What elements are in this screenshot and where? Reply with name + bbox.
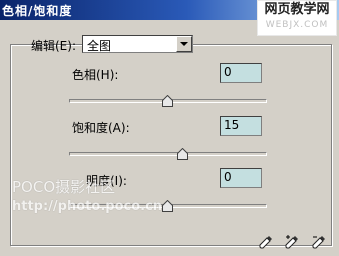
edit-select[interactable]: 全图 [82, 35, 193, 53]
saturation-input[interactable]: 15 [220, 116, 262, 136]
lightness-input[interactable]: 0 [220, 168, 262, 188]
hue-slider-thumb[interactable] [162, 95, 173, 107]
edit-select-value: 全图 [87, 39, 112, 53]
window-title: 色相/饱和度 [2, 4, 73, 18]
saturation-slider-thumb[interactable] [177, 148, 188, 160]
site-logo-name: 网页教学网 [264, 2, 330, 17]
site-logo-url: WEBJX.COM [265, 20, 329, 30]
site-logo: 网页教学网 WEBJX.COM [257, 0, 337, 36]
eyedropper-icon[interactable] [258, 234, 274, 250]
eyedropper-minus-icon[interactable] [311, 234, 327, 250]
hue-label: 色相(H): [72, 68, 119, 82]
watermark-url: http://photo.poco.cn [12, 199, 163, 214]
dropdown-button[interactable] [176, 36, 192, 52]
lightness-slider-thumb[interactable] [162, 200, 173, 212]
saturation-label: 饱和度(A): [72, 121, 130, 135]
eyedropper-plus-icon[interactable] [284, 234, 300, 250]
watermark-text: POCO摄影社区 [12, 178, 116, 196]
chevron-down-icon [180, 42, 188, 46]
hue-input[interactable]: 0 [220, 63, 262, 83]
saturation-slider-track[interactable] [69, 152, 267, 156]
edit-label: 编辑(E): [31, 39, 76, 53]
settings-group [10, 44, 332, 246]
